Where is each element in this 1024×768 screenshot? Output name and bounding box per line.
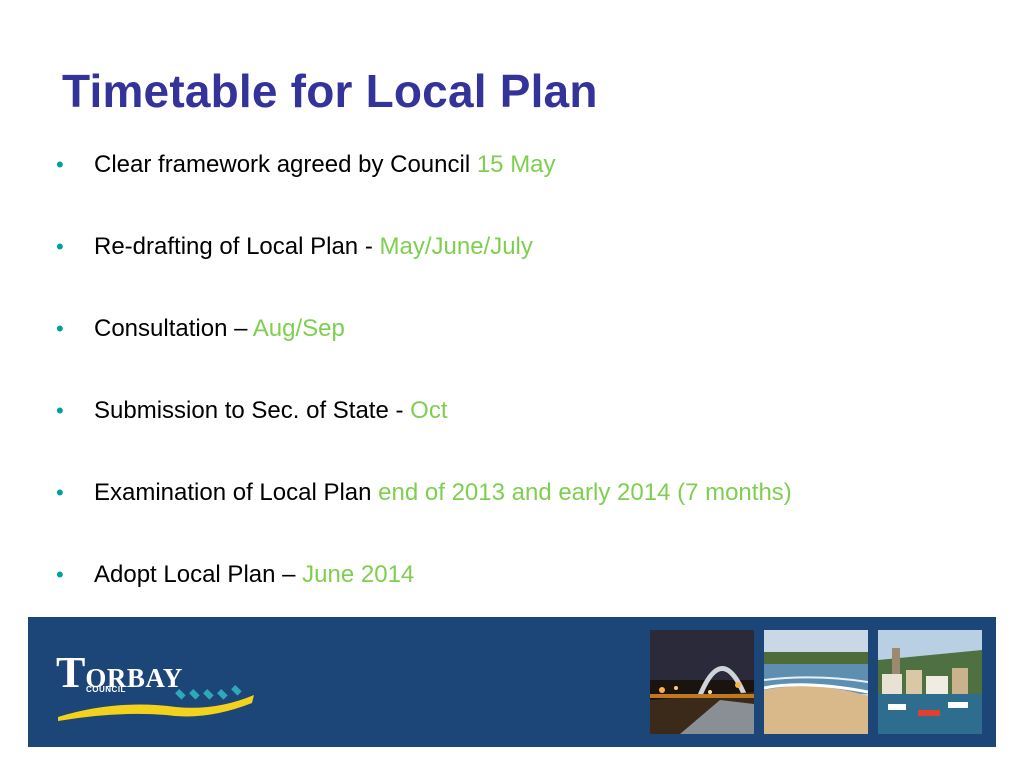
item-date: June 2014 (302, 561, 415, 588)
item-text: Clear framework agreed by Council (94, 151, 477, 178)
item-date: Oct (410, 397, 448, 424)
item-text: Submission to Sec. of State - (94, 397, 411, 424)
bullet-icon: • (56, 480, 64, 505)
item-date: 15 May (476, 151, 556, 178)
list-item: • Clear framework agreed by Council 15 M… (56, 146, 996, 228)
night-harbour-walkway-photo (650, 630, 754, 734)
item-text: Consultation – (94, 315, 253, 342)
bullet-icon: • (56, 152, 64, 177)
item-date: end of 2013 and early 2014 (7 months) (378, 479, 792, 506)
footer-band: TORBAY COUNCIL (28, 617, 996, 747)
item-date: May/June/July (379, 233, 533, 260)
item-text: Adopt Local Plan – (94, 561, 303, 588)
list-item: • Re-drafting of Local Plan - May/June/J… (56, 228, 996, 310)
slide-title: Timetable for Local Plan (62, 65, 598, 117)
bullet-icon: • (56, 234, 64, 259)
bullet-icon: • (56, 398, 64, 423)
item-text: Examination of Local Plan (94, 479, 379, 506)
list-item: • Submission to Sec. of State - Oct (56, 392, 996, 474)
logo-wave-icon (58, 685, 254, 721)
list-item: • Examination of Local Plan end of 2013 … (56, 474, 996, 556)
harbour-town-photo (878, 630, 982, 734)
timetable-list: • Clear framework agreed by Council 15 M… (56, 146, 996, 638)
beach-bay-photo (764, 630, 868, 734)
torbay-council-logo: TORBAY COUNCIL (56, 647, 256, 721)
bullet-icon: • (56, 316, 64, 341)
item-text: Re-drafting of Local Plan - (94, 233, 380, 260)
item-date: Aug/Sep (252, 315, 345, 342)
list-item: • Consultation – Aug/Sep (56, 310, 996, 392)
bullet-icon: • (56, 562, 64, 587)
